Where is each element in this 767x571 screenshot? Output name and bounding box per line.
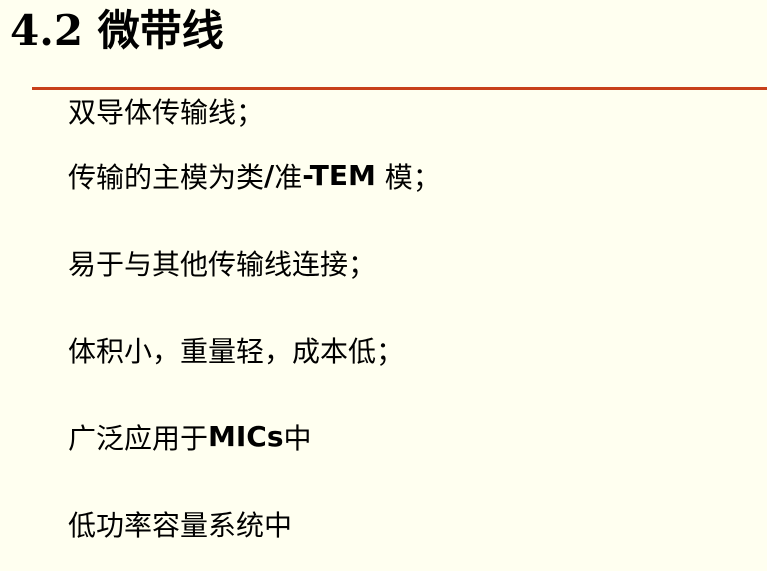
bullet-text: 低功率容量系统中 [68, 508, 293, 542]
bullet-text: 中 [283, 421, 312, 455]
slide-title: 4.2 微带线 [10, 6, 224, 55]
bullet-text: 传输的主模为类 [68, 160, 265, 194]
bullet-text-slash: / [264, 159, 275, 192]
bullet-item-5: 广泛应用于 MICs 中 [68, 393, 441, 480]
bullet-item-2: 传输的主模为类 / 准 -TEM 模； [68, 132, 441, 219]
bullet-text: 广泛应用于 [68, 421, 209, 455]
bullet-text: 模； [375, 160, 441, 194]
bullet-text-tem: -TEM [302, 159, 376, 192]
bullet-item-6: 低功率容量系统中 [68, 480, 441, 567]
bullet-item-1: 双导体传输线； [68, 90, 441, 132]
bullet-text-mics: MICs [208, 420, 284, 453]
bullet-list: 双导体传输线； 传输的主模为类 / 准 -TEM 模； 易于与其他传输线连接； 体积小… [68, 90, 441, 567]
bullet-text: 易于与其他传输线连接； [68, 247, 377, 281]
bullet-text: 双导体传输线； [68, 96, 265, 129]
bullet-text: 体积小，重量轻，成本低； [68, 334, 405, 368]
bullet-text: 准 [274, 160, 303, 194]
bullet-item-4: 体积小，重量轻，成本低； [68, 306, 441, 393]
bullet-item-3: 易于与其他传输线连接； [68, 219, 441, 306]
